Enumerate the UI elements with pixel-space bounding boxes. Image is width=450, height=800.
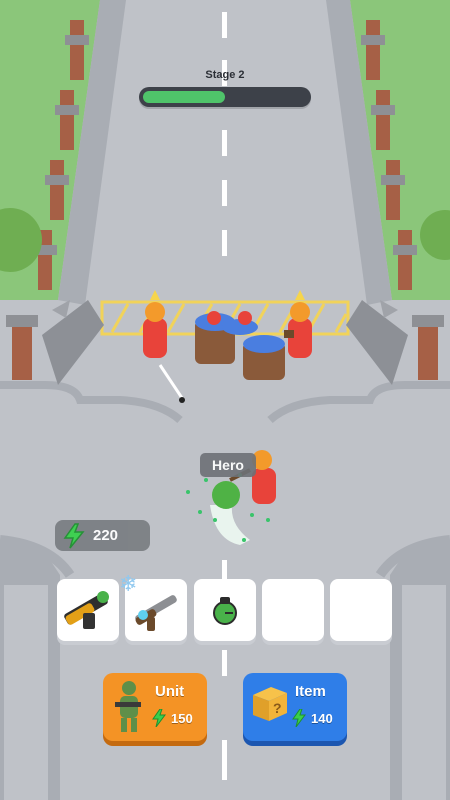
unit-button-label: Unit xyxy=(155,683,185,700)
inventory-slot-empty[interactable] xyxy=(330,579,392,641)
soldier-icon xyxy=(109,678,149,741)
inventory-slot-frost-shotgun[interactable]: ❄ xyxy=(119,571,187,641)
buy-unit-button[interactable]: Unit 150 xyxy=(103,673,207,741)
lightning-bolt-icon xyxy=(61,523,87,554)
unit-button-cost: 150 xyxy=(171,711,193,726)
frost-shotgun-icon xyxy=(125,595,187,645)
item-button-label: Item xyxy=(295,683,326,700)
game-scene xyxy=(0,0,450,800)
stage-label: Stage 2 xyxy=(205,69,245,81)
crate-icon: ? xyxy=(249,683,291,730)
buy-item-button[interactable]: ? Item 140 xyxy=(243,673,347,741)
energy-value: 220 xyxy=(93,527,119,544)
energy-counter: 220 xyxy=(55,520,150,551)
stage-progress-bar xyxy=(139,87,311,107)
svg-text:?: ? xyxy=(273,700,282,716)
hero-name-label: Hero xyxy=(200,453,256,477)
lightning-bolt-icon xyxy=(151,708,167,732)
stage-progress-fill xyxy=(143,91,225,103)
snowflake-icon: ❄ xyxy=(119,571,138,596)
grenade-icon xyxy=(194,597,256,645)
inventory-slot-rocket-launcher[interactable] xyxy=(57,579,119,641)
lightning-bolt-icon xyxy=(291,708,307,732)
item-button-cost: 140 xyxy=(311,711,333,726)
inventory-slot-grenade[interactable] xyxy=(194,579,256,641)
rocket-launcher-icon xyxy=(57,591,119,645)
inventory-slot-empty[interactable] xyxy=(262,579,324,641)
